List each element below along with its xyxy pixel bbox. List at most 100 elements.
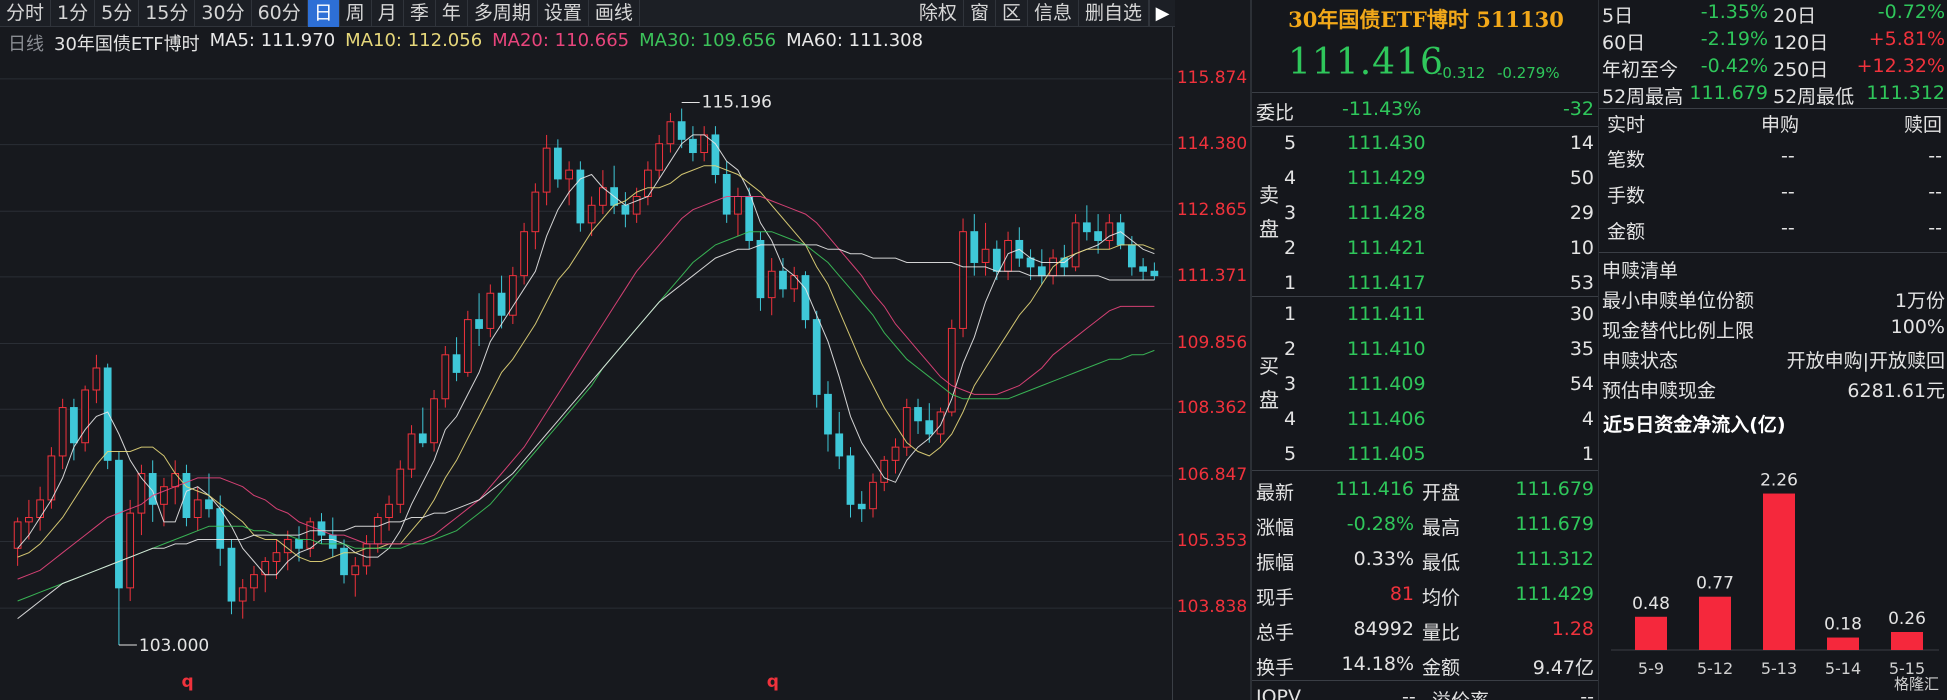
order-book-level[interactable]: 1 111.417 53 — [1252, 266, 1600, 300]
level-number: 1 — [1284, 272, 1297, 294]
perf-value: +12.32% — [1856, 55, 1945, 77]
candle-body — [700, 134, 709, 154]
subscription-header-cell: 实时 — [1607, 114, 1646, 136]
redemption-row: 预估申赎现金 6281.61元 — [1599, 376, 1947, 402]
toolbar-tools: 除权窗区信息 删自选 — [913, 0, 1149, 27]
flow-category-label: 5-14 — [1825, 659, 1861, 678]
period-tab[interactable]: 60分 — [252, 0, 308, 27]
period-tab[interactable]: 日 — [307, 0, 340, 27]
candle-body — [666, 121, 675, 145]
candle-body — [734, 196, 742, 215]
period-tab[interactable]: 年 — [436, 0, 468, 27]
kline-panel[interactable]: 分时 1分 5分 15分 30分 60分日周月季年多周期 设置 画线 除权窗区信息 删自选 ▶ … — [0, 0, 1250, 700]
iopv-value: -- — [1402, 686, 1416, 700]
price-tick-label: 108.362 — [1176, 398, 1248, 419]
candle — [947, 319, 956, 417]
subscription-row: 笔数 -- -- — [1599, 145, 1947, 171]
period-toolbar: 分时 1分 5分 15分 30分 60分日周月季年多周期 设置 画线 除权窗区信息 删自选 ▶ — [0, 0, 1175, 27]
candle-body — [621, 204, 630, 215]
order-book-level[interactable]: 4 111.429 50 — [1252, 161, 1600, 195]
candle-body — [115, 459, 123, 589]
event-marker[interactable]: q — [181, 672, 193, 692]
period-tab[interactable]: 月 — [372, 0, 404, 27]
book-side-label: 盘 — [1259, 387, 1279, 412]
order-book-level[interactable]: 5 111.430 14 — [1252, 126, 1600, 160]
period-tab[interactable]: 1分 — [51, 0, 96, 27]
candle-body — [1071, 222, 1080, 268]
toolbar-tool-button[interactable]: 信息 — [1028, 0, 1079, 27]
period-tab[interactable]: 5分 — [95, 0, 140, 27]
book-side-label: 买 — [1259, 353, 1279, 378]
toolbar-tool-button[interactable]: 窗 — [964, 0, 996, 27]
period-tab[interactable]: 15分 — [139, 0, 196, 27]
candle — [250, 565, 258, 602]
toolbar-tool-button[interactable]: 区 — [996, 0, 1028, 27]
period-tab[interactable]: 多周期 — [468, 0, 538, 27]
candle — [644, 161, 652, 206]
candle — [835, 411, 844, 470]
order-book-level[interactable]: 3 111.409 54 — [1252, 367, 1600, 401]
perf-label: 250日 — [1773, 59, 1829, 81]
period-tab[interactable]: 设置 — [538, 0, 589, 27]
candle — [13, 517, 22, 566]
collapse-arrow-icon[interactable]: ▶ — [1149, 0, 1175, 27]
candle-body — [677, 121, 686, 140]
toolbar-tool-button[interactable]: 删自选 — [1079, 0, 1149, 27]
candle — [137, 464, 146, 536]
candle-body — [925, 420, 934, 435]
flow-bar — [1635, 616, 1667, 650]
stat-value: 111.429 — [1515, 583, 1594, 605]
flow-category-label: 5-12 — [1697, 659, 1733, 678]
candle — [362, 535, 371, 575]
order-book-level[interactable]: 4 111.406 4 — [1252, 402, 1600, 436]
period-tab[interactable]: 周 — [340, 0, 372, 27]
event-marker[interactable]: q — [767, 672, 779, 692]
stat-label: 振幅 — [1256, 552, 1295, 574]
iopv-label: IOPV — [1256, 686, 1302, 700]
subscription-value: -- — [1781, 145, 1795, 167]
candle — [610, 165, 619, 215]
candle-body — [767, 270, 776, 299]
price-tick-label: 111.371 — [1176, 265, 1248, 286]
candle-body — [216, 508, 225, 549]
order-book-level[interactable]: 3 111.428 29 — [1252, 196, 1600, 230]
order-book-level[interactable]: 2 111.410 35 — [1252, 332, 1600, 366]
candle — [351, 557, 360, 597]
candle — [520, 222, 528, 285]
perf-value: -0.42% — [1700, 55, 1768, 77]
flow-category-label: 5-9 — [1638, 659, 1664, 678]
candlestick-chart[interactable]: 115.196 103.000 q q — [0, 27, 1172, 700]
high-label: 115.196 — [702, 93, 772, 113]
flow-bar-label: 0.26 — [1888, 609, 1926, 629]
divider — [1252, 470, 1600, 471]
candle — [992, 240, 1001, 281]
candle-body — [1094, 231, 1102, 241]
toolbar-tool-button[interactable]: 除权 — [913, 0, 964, 27]
candle — [160, 477, 168, 527]
flow-bar-label: 2.26 — [1760, 471, 1798, 491]
candle-body — [362, 543, 371, 567]
candle — [92, 354, 101, 404]
period-tab[interactable]: 30分 — [195, 0, 252, 27]
order-book-level[interactable]: 1 111.411 30 — [1252, 297, 1600, 331]
performance-row: 5日 -1.35% 20日 -0.72% — [1599, 1, 1947, 27]
candle — [418, 407, 427, 448]
redemption-value: 100% — [1890, 316, 1945, 338]
candle-body — [70, 407, 78, 444]
candle-body — [486, 292, 495, 329]
candle — [373, 513, 382, 553]
iopv-row: IOPV -- 溢价率 -- — [1252, 680, 1600, 700]
perf-label: 120日 — [1773, 32, 1829, 54]
order-book-level[interactable]: 5 111.405 1 — [1252, 437, 1600, 471]
period-tab[interactable]: 分时 — [0, 0, 52, 27]
period-tab[interactable]: 画线 — [589, 0, 640, 27]
premium-label: 溢价率 — [1432, 686, 1489, 700]
period-buttons: 分时 1分 5分 15分 30分 60分日周月季年多周期 设置 画线 — [0, 0, 640, 27]
stat-value: 81 — [1389, 583, 1414, 605]
order-book-level[interactable]: 2 111.421 10 — [1252, 231, 1600, 265]
candle-body — [418, 433, 427, 444]
redemption-title-text: 申赎清单 — [1602, 260, 1679, 282]
stat-value: 14.18% — [1341, 653, 1414, 675]
period-tab[interactable]: 季 — [404, 0, 436, 27]
level-volume: 4 — [1581, 408, 1594, 430]
